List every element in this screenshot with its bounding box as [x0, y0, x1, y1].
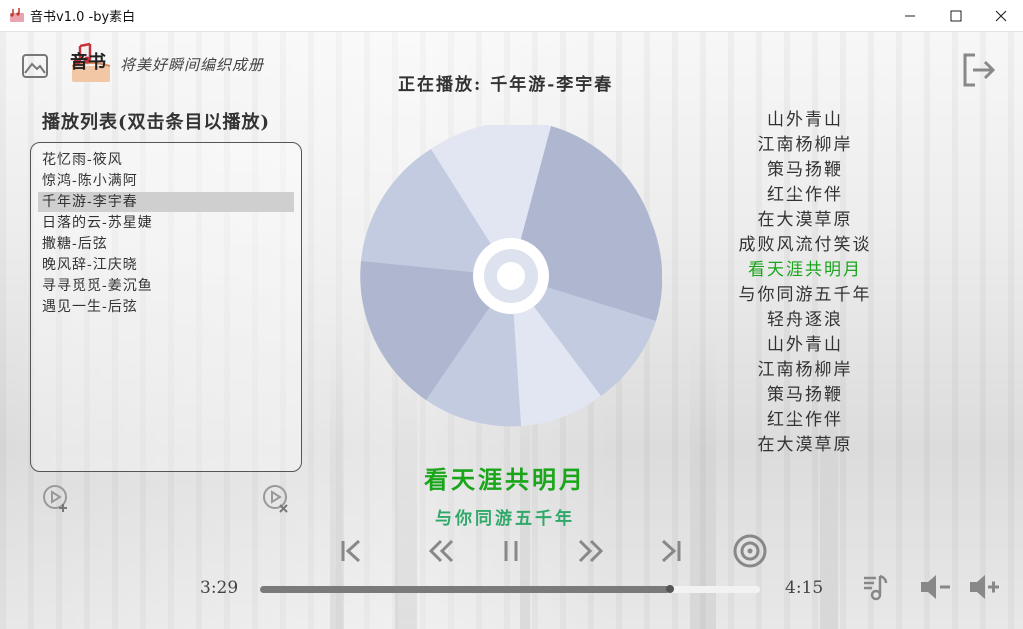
lyric-line: 策马扬鞭 [767, 160, 843, 180]
lyric-line: 山外青山 [767, 110, 843, 130]
music-note-icon [864, 574, 888, 601]
volume-up-button[interactable] [966, 570, 1002, 604]
background-streak [330, 332, 344, 629]
app-book-icon [10, 8, 24, 22]
minimize-icon [905, 15, 915, 16]
playlist-item[interactable]: 日落的云-苏星婕 [38, 213, 294, 233]
rewind-button[interactable] [424, 534, 458, 568]
next-lyric-large: 与你同游五千年 [435, 509, 575, 529]
disc-icon [733, 534, 767, 568]
playlist-item-selected[interactable]: 千年游-李宇春 [38, 192, 294, 212]
lyric-line: 红尘作伴 [767, 185, 843, 205]
rewind-icon [428, 539, 454, 563]
exit-button[interactable] [958, 50, 998, 90]
progress-fill [260, 586, 670, 593]
maximize-icon [950, 10, 962, 21]
lyric-line: 在大漠草原 [757, 210, 853, 230]
tagline: 将美好瞬间编织成册 [120, 56, 265, 74]
lyric-line: 策马扬鞭 [767, 385, 843, 405]
window-title: 音书v1.0 -by素白 [30, 10, 136, 25]
app-window: 音书v1.0 -by素白 音书 将美好瞬间编织成册 正在播放: 千年游-李宇春 … [0, 0, 1023, 629]
pause-icon [504, 541, 518, 561]
pause-button[interactable] [494, 534, 528, 568]
playlist-title: 播放列表(双击条目以播放) [42, 112, 271, 133]
close-button[interactable] [978, 0, 1023, 31]
playlist-item[interactable]: 惊鸿-陈小满阿 [38, 171, 294, 191]
volume-up-icon [970, 575, 999, 599]
progress-handle[interactable] [666, 585, 674, 593]
lyrics-toggle-button[interactable] [858, 570, 892, 604]
previous-track-button[interactable] [334, 534, 368, 568]
total-time: 4:15 [785, 578, 824, 598]
change-background-button[interactable] [20, 52, 50, 80]
disc-view-button[interactable] [731, 532, 769, 570]
lyric-line-current: 看天涯共明月 [748, 260, 862, 280]
skip-previous-icon [341, 539, 361, 563]
elapsed-time: 3:29 [200, 578, 239, 598]
next-track-button[interactable] [654, 534, 688, 568]
playlist-item[interactable]: 晚风辞-江庆晓 [38, 255, 294, 275]
skip-next-icon [661, 539, 681, 563]
now-playing-label: 正在播放: 千年游-李宇春 [398, 75, 614, 95]
logo-text: 音书 [70, 52, 106, 73]
maximize-button[interactable] [933, 0, 979, 31]
album-disc [360, 125, 662, 427]
lyric-line: 与你同游五千年 [738, 285, 872, 305]
current-lyric-large: 看天涯共明月 [424, 465, 586, 494]
playlist-item[interactable]: 寻寻觅觅-姜沉鱼 [38, 276, 294, 296]
playlist-item[interactable]: 撒糖-后弦 [38, 234, 294, 254]
fast-forward-button[interactable] [574, 534, 608, 568]
lyric-line: 在大漠草原 [757, 435, 853, 455]
minimize-button[interactable] [887, 0, 933, 31]
fast-forward-icon [578, 539, 604, 563]
volume-down-icon [921, 575, 950, 599]
lyric-line: 江南杨柳岸 [757, 135, 853, 155]
exit-icon [963, 53, 996, 87]
client-area: 音书 将美好瞬间编织成册 正在播放: 千年游-李宇春 播放列表(双击条目以播放)… [0, 32, 1023, 629]
lyric-line: 江南杨柳岸 [757, 360, 853, 380]
playlist-item[interactable]: 遇见一生-后弦 [38, 297, 294, 317]
progress-bar[interactable] [260, 585, 760, 593]
add-song-button[interactable] [40, 482, 72, 514]
add-song-icon [43, 485, 67, 512]
playlist-box[interactable]: 花忆雨-筱风 惊鸿-陈小满阿 千年游-李宇春 日落的云-苏星婕 撒糖-后弦 晚风… [30, 142, 302, 472]
lyric-line: 成败风流付笑谈 [738, 235, 872, 255]
remove-song-icon [263, 485, 288, 513]
close-icon [995, 10, 1007, 21]
playlist-item[interactable]: 花忆雨-筱风 [38, 150, 294, 170]
lyric-line: 山外青山 [767, 335, 843, 355]
lyric-line: 红尘作伴 [767, 410, 843, 430]
lyric-line: 轻舟逐浪 [767, 310, 843, 330]
remove-song-button[interactable] [260, 482, 292, 514]
title-bar: 音书v1.0 -by素白 [0, 0, 1023, 32]
image-icon [22, 54, 48, 78]
volume-down-button[interactable] [917, 570, 953, 604]
